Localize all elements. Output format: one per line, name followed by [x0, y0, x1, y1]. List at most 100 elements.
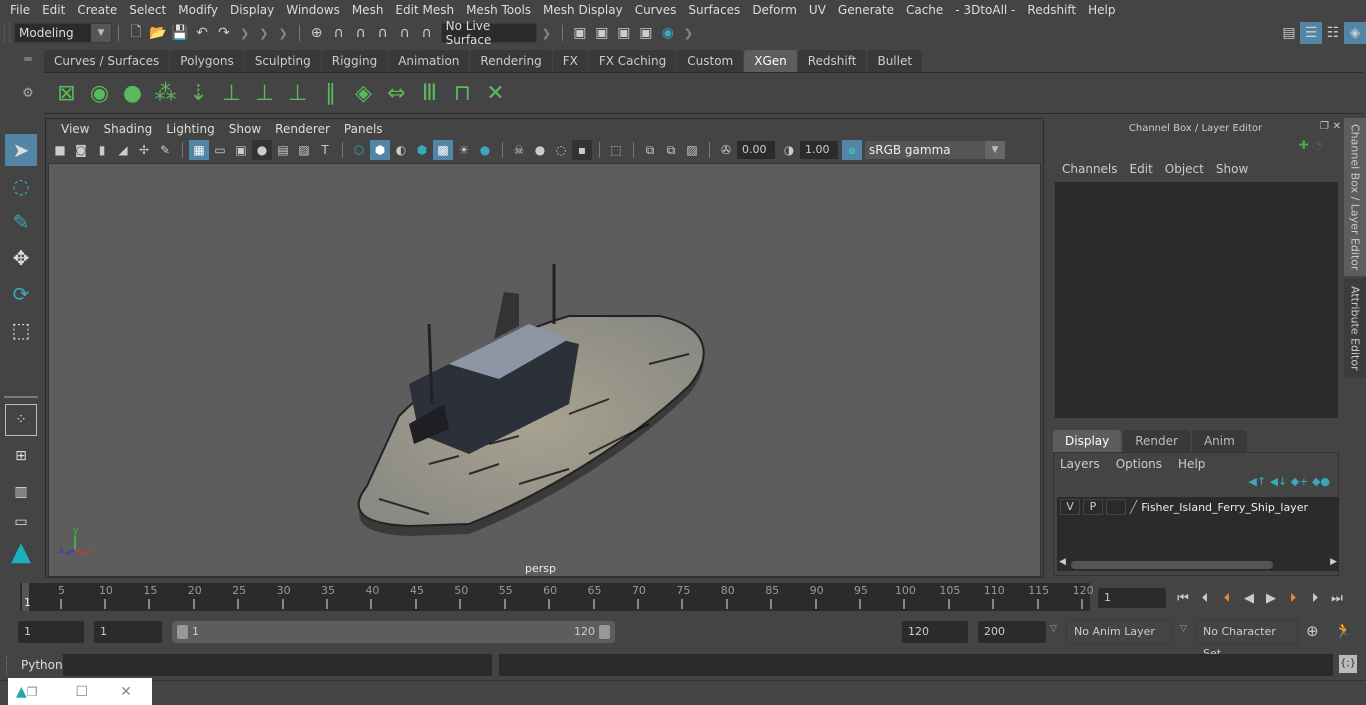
colorspace-select[interactable]: sRGB gamma ▼: [865, 141, 1005, 159]
save-scene-icon[interactable]: 💾: [169, 22, 191, 44]
shelf-tab-curves-surfaces[interactable]: Curves / Surfaces: [44, 50, 171, 72]
flip-guides-icon[interactable]: ⇔: [380, 77, 413, 109]
flat-shade-icon[interactable]: ◐: [391, 140, 411, 160]
close-icon[interactable]: ✕: [1333, 121, 1341, 132]
scene-start-field[interactable]: 1: [18, 621, 84, 643]
collapse-icon[interactable]: ❯: [542, 27, 551, 40]
move-layer-up-icon[interactable]: ◀↑: [1248, 475, 1266, 488]
menu-uv[interactable]: UV: [803, 3, 832, 17]
manipulator-icon[interactable]: ✚: [1299, 138, 1309, 152]
smooth-shade-icon[interactable]: ⬢: [370, 140, 390, 160]
screen-space-ao-icon[interactable]: ☠: [509, 140, 529, 160]
layer-visibility-toggle[interactable]: V: [1060, 499, 1080, 515]
2d-pan-zoom-icon[interactable]: ✢: [134, 140, 154, 160]
panel-menu-show[interactable]: Show: [222, 122, 268, 136]
attribute-editor-toggle-icon[interactable]: ☰: [1300, 22, 1322, 44]
add-guide-icon[interactable]: ⊥: [215, 77, 248, 109]
shelf-settings-icon[interactable]: ⚙: [18, 86, 38, 101]
panel-menu-panels[interactable]: Panels: [337, 122, 390, 136]
range-start-handle[interactable]: [177, 625, 188, 639]
layer-playback-toggle[interactable]: P: [1083, 499, 1103, 515]
scroll-left-icon[interactable]: ◀: [1059, 557, 1066, 567]
move-tool-icon[interactable]: ✥: [5, 242, 37, 274]
menu-mesh-tools[interactable]: Mesh Tools: [460, 3, 537, 17]
collapse-icon[interactable]: ❯: [278, 27, 287, 40]
anim-layer-dropdown-icon[interactable]: ▽: [1050, 624, 1057, 634]
menu-curves[interactable]: Curves: [629, 3, 683, 17]
step-back-frame-icon[interactable]: ⏴: [1194, 587, 1216, 609]
go-to-start-icon[interactable]: ⏮: [1172, 587, 1194, 609]
side-tab-attribute-editor[interactable]: Attribute Editor: [1344, 278, 1366, 378]
menu-help[interactable]: Help: [1082, 3, 1121, 17]
outliner-layout-icon[interactable]: ▥: [5, 476, 37, 508]
range-end-handle[interactable]: [599, 625, 610, 639]
wireframe-on-shaded-icon[interactable]: ⬢: [412, 140, 432, 160]
preview-hidden-icon[interactable]: ●: [116, 77, 149, 109]
drag-handle[interactable]: [6, 656, 7, 676]
render-view-icon[interactable]: ▣: [569, 22, 591, 44]
gamma-icon[interactable]: ◑: [779, 140, 799, 160]
3d-viewport[interactable]: y x z persp: [48, 163, 1041, 577]
snap-point-icon[interactable]: ∩: [350, 22, 372, 44]
hypershade-icon[interactable]: ◉: [657, 22, 679, 44]
film-gate-icon[interactable]: ▭: [210, 140, 230, 160]
layer-menu-options[interactable]: Options: [1116, 457, 1162, 471]
panel-menu-lighting[interactable]: Lighting: [159, 122, 222, 136]
menu-file[interactable]: File: [4, 3, 36, 17]
safe-action-icon[interactable]: ▨: [294, 140, 314, 160]
shelf-tab-fx-caching[interactable]: FX Caching: [588, 50, 678, 72]
motion-blur-icon[interactable]: ●: [530, 140, 550, 160]
xray-icon[interactable]: ⧉: [640, 140, 660, 160]
speed-icon[interactable]: ◔: [1313, 138, 1323, 152]
create-layer-from-selected-icon[interactable]: ◆●: [1312, 475, 1330, 488]
menu-redshift[interactable]: Redshift: [1021, 3, 1082, 17]
collapse-icon[interactable]: ❯: [684, 27, 693, 40]
auto-key-icon[interactable]: ⊕: [1306, 622, 1319, 640]
xray-joints-icon[interactable]: ⧉: [661, 140, 681, 160]
snap-curve-icon[interactable]: ∩: [328, 22, 350, 44]
shelf-tab-redshift[interactable]: Redshift: [797, 50, 868, 72]
isolate-select-icon[interactable]: ⬚: [606, 140, 626, 160]
layer-menu-help[interactable]: Help: [1178, 457, 1205, 471]
show-guides-icon[interactable]: ⊥: [248, 77, 281, 109]
layer-menu-layers[interactable]: Layers: [1060, 457, 1100, 471]
menu-deform[interactable]: Deform: [746, 3, 803, 17]
menu-edit-mesh[interactable]: Edit Mesh: [389, 3, 460, 17]
menu-select[interactable]: Select: [123, 3, 172, 17]
create-empty-layer-icon[interactable]: ◆+: [1291, 475, 1309, 488]
side-tab-channel-box[interactable]: Channel Box / Layer Editor: [1344, 118, 1366, 276]
layer-tab-anim[interactable]: Anim: [1191, 430, 1247, 452]
drag-handle[interactable]: [4, 23, 10, 43]
workspace-select[interactable]: Modeling ▼: [14, 23, 112, 43]
shelf-tab-rigging[interactable]: Rigging: [321, 50, 389, 72]
xgen-editor-icon[interactable]: ⊠: [50, 77, 83, 109]
channel-box-toggle-icon[interactable]: ◈: [1344, 22, 1366, 44]
layer-name[interactable]: Fisher_Island_Ferry_Ship_layer: [1141, 501, 1308, 514]
lock-guides-icon[interactable]: ⊥: [281, 77, 314, 109]
menu-3dtoall[interactable]: - 3DtoAll -: [949, 3, 1021, 17]
exposure-field[interactable]: 0.00: [737, 141, 775, 159]
scale-tool-icon[interactable]: ⬚: [5, 314, 37, 346]
snap-center-icon[interactable]: ∩: [416, 22, 438, 44]
modeling-toolkit-icon[interactable]: ▤: [1278, 22, 1300, 44]
redo-icon[interactable]: ↷: [213, 22, 235, 44]
gate-mask-icon[interactable]: ●: [252, 140, 272, 160]
channel-box-menu-object[interactable]: Object: [1159, 162, 1210, 176]
preview-visible-icon[interactable]: ◉: [83, 77, 116, 109]
menu-mesh[interactable]: Mesh: [346, 3, 390, 17]
scene-end-field[interactable]: 200: [978, 621, 1046, 643]
menu-modify[interactable]: Modify: [172, 3, 224, 17]
script-editor-icon[interactable]: {;}: [1339, 655, 1357, 673]
grid-icon[interactable]: ▦: [189, 140, 209, 160]
single-perspective-layout-icon[interactable]: ⁘: [5, 404, 37, 436]
place-guides-icon[interactable]: ⇣: [182, 77, 215, 109]
guide-bounds-icon[interactable]: ⊓: [446, 77, 479, 109]
maximize-icon[interactable]: ☐: [76, 684, 89, 700]
layer-tab-render[interactable]: Render: [1123, 430, 1190, 452]
panel-menu-renderer[interactable]: Renderer: [268, 122, 337, 136]
shelf-menu-icon[interactable]: ═: [18, 52, 38, 66]
horizontal-scrollbar[interactable]: ◀ ▶: [1057, 557, 1339, 571]
playback-start-field[interactable]: 1: [94, 621, 162, 643]
select-tool-icon[interactable]: ➤: [5, 134, 37, 166]
panel-menu-view[interactable]: View: [54, 122, 96, 136]
